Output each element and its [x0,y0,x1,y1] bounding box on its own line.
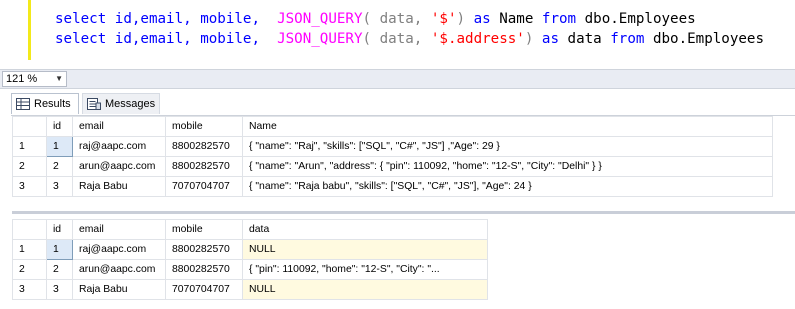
table-row[interactable]: 1 1 raj@aapc.com 8800282570 NULL [12,239,488,260]
row-number[interactable]: 2 [12,259,47,280]
cell-data[interactable]: NULL [242,239,488,260]
change-indicator-bar [28,0,31,60]
sql-args: ( data, [362,31,431,47]
column-header-email[interactable]: email [72,219,166,240]
grid-icon [16,98,30,110]
row-number[interactable]: 3 [12,176,47,197]
results-grid-2[interactable]: id email mobile data 1 1 raj@aapc.com 88… [12,219,488,300]
column-header-mobile[interactable]: mobile [165,219,243,240]
cell-mobile[interactable]: 8800282570 [165,239,243,260]
query-line-2[interactable]: select id,email, mobile, JSON_QUERY( dat… [55,29,764,49]
column-header-name[interactable]: Name [242,116,773,137]
table-row[interactable]: 2 2 arun@aapc.com 8800282570 { "pin": 11… [12,259,488,280]
sql-keyword-as: as [541,31,560,47]
cell-email[interactable]: Raja Babu [72,176,166,197]
column-header-id[interactable]: id [46,219,73,240]
grid-header-row: id email mobile Name [12,116,773,137]
cell-email[interactable]: raj@aapc.com [72,136,166,157]
table-row[interactable]: 2 2 arun@aapc.com 8800282570 { "name": "… [12,156,773,177]
cell-id[interactable]: 1 [46,136,73,157]
sql-function: JSON_QUERY [277,31,363,47]
cell-name[interactable]: { "name": "Arun", "address": { "pin": 11… [242,156,773,177]
results-splitter[interactable] [12,211,795,214]
query-editor[interactable]: select id,email, mobile, JSON_QUERY( dat… [0,0,795,69]
tab-messages[interactable]: Messages [82,93,160,114]
sql-string: '$.address' [430,31,525,47]
row-number[interactable]: 3 [12,279,47,300]
table-row[interactable]: 3 3 Raja Babu 7070704707 NULL [12,279,488,300]
sql-keyword-from: from [610,31,645,47]
sql-alias: Name [490,11,542,27]
messages-icon [87,98,101,110]
cell-email[interactable]: Raja Babu [72,279,166,300]
row-number-header[interactable] [12,219,47,240]
cell-name[interactable]: { "name": "Raja babu", "skills": ["SQL",… [242,176,773,197]
sql-keyword: select id,email, mobile, [55,11,278,27]
sql-args: ( data, [362,11,431,27]
grid-header-row: id email mobile data [12,219,488,240]
sql-keyword-as: as [473,11,491,27]
cell-id[interactable]: 3 [46,176,73,197]
zoom-select[interactable]: 121 % ▼ [2,71,67,87]
sql-function: JSON_QUERY [277,11,363,27]
column-header-email[interactable]: email [72,116,166,137]
cell-mobile[interactable]: 7070704707 [165,279,243,300]
cell-id[interactable]: 2 [46,259,73,280]
cell-mobile[interactable]: 7070704707 [165,176,243,197]
sql-keyword: select id,email, mobile, [55,31,278,47]
cell-email[interactable]: arun@aapc.com [72,259,166,280]
cell-id[interactable]: 2 [46,156,73,177]
sql-table: dbo.Employees [644,31,765,47]
cell-email[interactable]: arun@aapc.com [72,156,166,177]
editor-status-bar: 121 % ▼ [0,69,795,89]
cell-email[interactable]: raj@aapc.com [72,239,166,260]
cell-mobile[interactable]: 8800282570 [165,259,243,280]
row-number[interactable]: 2 [12,156,47,177]
cell-id[interactable]: 3 [46,279,73,300]
column-header-mobile[interactable]: mobile [165,116,243,137]
sql-table: dbo.Employees [576,11,696,27]
cell-data[interactable]: { "pin": 110092, "home": "12-S", "City":… [242,259,488,280]
cell-name[interactable]: { "name": "Raj", "skills": ["SQL", "C#",… [242,136,773,157]
zoom-value: 121 % [6,73,38,85]
table-row[interactable]: 3 3 Raja Babu 7070704707 { "name": "Raja… [12,176,773,197]
column-header-data[interactable]: data [242,219,488,240]
table-row[interactable]: 1 1 raj@aapc.com 8800282570 { "name": "R… [12,136,773,157]
cell-mobile[interactable]: 8800282570 [165,156,243,177]
chevron-down-icon[interactable]: ▼ [55,72,63,86]
row-number-header[interactable] [12,116,47,137]
column-header-id[interactable]: id [46,116,73,137]
cell-data[interactable]: NULL [242,279,488,300]
sql-paren: ) [524,31,542,47]
results-tabstrip: Results Messages [0,89,795,115]
sql-paren: ) [456,11,474,27]
tab-results-label: Results [34,98,71,110]
sql-alias: data [559,31,611,47]
sql-keyword-from: from [541,11,577,27]
tab-messages-label: Messages [105,98,156,110]
results-grid-1[interactable]: id email mobile Name 1 1 raj@aapc.com 88… [12,116,773,197]
cell-mobile[interactable]: 8800282570 [165,136,243,157]
row-number[interactable]: 1 [12,239,47,260]
cell-id[interactable]: 1 [46,239,73,260]
query-line-1[interactable]: select id,email, mobile, JSON_QUERY( dat… [55,9,696,29]
tab-results[interactable]: Results [11,93,79,114]
sql-string: '$' [430,11,457,27]
row-number[interactable]: 1 [12,136,47,157]
